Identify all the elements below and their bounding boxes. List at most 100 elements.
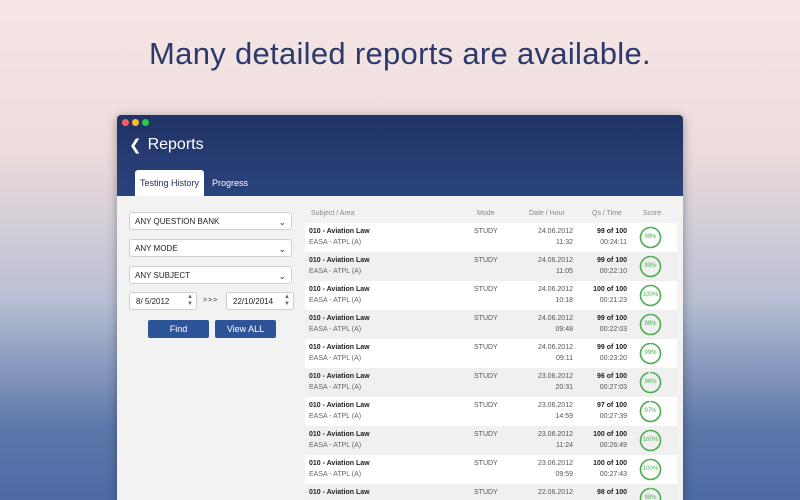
score-ring: 97% [639,400,662,423]
question-bank-select[interactable]: ANY QUESTION BANK ⌄ [129,212,292,230]
back-button[interactable]: ❮ Reports [129,136,204,154]
minimize-window-icon[interactable] [132,119,139,126]
row-time: 00:21:23 [599,297,627,304]
score-percent: 96% [644,379,657,385]
score-percent: 100% [642,466,659,472]
row-questions: 98 of 100 [597,489,627,496]
score-ring: 100% [639,458,662,481]
row-subject: 010 - Aviation Law [309,373,370,380]
row-date: 24.06.2012 [537,286,573,293]
chevron-down-icon: ⌄ [278,217,286,227]
table-row[interactable]: 010 - Aviation Law EASA - ATPL (A) STUDY… [305,223,677,252]
row-area: EASA - ATPL (A) [309,239,362,246]
score-percent: 99% [644,321,657,327]
row-mode: STUDY [474,489,498,496]
score-percent: 97% [644,408,657,414]
row-subject: 010 - Aviation Law [309,228,370,235]
chevron-down-icon: ⌄ [278,271,286,281]
app-window: ❮ Reports Testing History Progress ANY Q… [117,115,683,500]
row-questions: 100 of 100 [593,431,627,438]
table-body: 010 - Aviation Law EASA - ATPL (A) STUDY… [305,223,677,500]
subject-select[interactable]: ANY SUBJECT ⌄ [129,266,292,284]
row-time: 00:22:03 [599,326,627,333]
score-percent: 98% [644,495,657,500]
row-area: EASA - ATPL (A) [309,326,362,333]
row-questions: 99 of 100 [597,228,627,235]
score-ring: 99% [639,313,662,336]
row-area: EASA - ATPL (A) [309,413,362,420]
table-row[interactable]: 010 - Aviation Law EASA - ATPL (A) STUDY… [305,397,677,426]
row-area: EASA - ATPL (A) [309,471,362,478]
date-from-input[interactable]: 8/ 5/2012 ▲ ▼ [129,292,197,310]
row-mode: STUDY [474,228,498,235]
date-from-value: 8/ 5/2012 [136,297,170,306]
table-row[interactable]: 010 - Aviation Law EASA - ATPL (A) STUDY… [305,281,677,310]
score-ring: 99% [639,226,662,249]
row-questions: 99 of 100 [597,257,627,264]
chevron-left-icon: ❮ [129,137,142,154]
row-date: 23.06.2012 [537,373,573,380]
table-row[interactable]: 010 - Aviation Law EASA - ATPL (A) STUDY… [305,252,677,281]
row-time: 00:22:10 [599,268,627,275]
header-subject: Subject / Area [311,210,355,217]
mode-select[interactable]: ANY MODE ⌄ [129,239,292,257]
date-to-input[interactable]: 22/10/2014 ▲ ▼ [226,292,294,310]
row-date: 22.06.2012 [537,489,573,496]
header-score: Score [643,210,662,217]
subject-value: ANY SUBJECT [135,271,190,280]
row-hour: 09:59 [555,471,573,478]
row-questions: 99 of 100 [597,344,627,351]
row-hour: 11:24 [556,442,573,449]
table-header: Subject / Area Mode Date / Hour Qs / Tim… [305,196,677,223]
row-mode: STUDY [474,286,498,293]
row-questions: 97 of 100 [597,402,627,409]
date-from-stepper-icon[interactable]: ▲ ▼ [187,294,193,308]
row-hour: 20:31 [555,384,573,391]
row-subject: 010 - Aviation Law [309,344,370,351]
row-subject: 010 - Aviation Law [309,460,370,467]
tab-progress[interactable]: Progress [209,170,251,196]
table-row[interactable]: 010 - Aviation Law EASA - ATPL (A) STUDY… [305,339,677,368]
row-date: 24.06.2012 [537,257,573,264]
score-ring: 100% [639,284,662,307]
row-time: 00:24:11 [600,239,627,246]
header-qs: Qs / Time [592,210,622,217]
reports-table: Subject / Area Mode Date / Hour Qs / Tim… [305,196,677,500]
row-questions: 99 of 100 [597,315,627,322]
row-area: EASA - ATPL (A) [309,268,362,275]
table-row[interactable]: 010 - Aviation Law EASA - ATPL (A) STUDY… [305,484,677,500]
score-ring: 99% [639,255,662,278]
view-all-button[interactable]: View ALL [215,320,276,338]
row-subject: 010 - Aviation Law [309,431,370,438]
table-row[interactable]: 010 - Aviation Law EASA - ATPL (A) STUDY… [305,368,677,397]
row-mode: STUDY [474,431,498,438]
zoom-window-icon[interactable] [142,119,149,126]
page-title: Reports [147,136,204,153]
header-date: Date / Hour [529,210,565,217]
score-percent: 99% [644,234,657,240]
chevron-down-icon: ⌄ [278,244,286,254]
row-subject: 010 - Aviation Law [309,286,370,293]
row-time: 00:27:43 [599,471,627,478]
row-mode: STUDY [474,460,498,467]
table-row[interactable]: 010 - Aviation Law EASA - ATPL (A) STUDY… [305,455,677,484]
row-area: EASA - ATPL (A) [309,297,362,304]
row-date: 23.06.2012 [537,402,573,409]
row-area: EASA - ATPL (A) [309,384,362,391]
tab-testing-history[interactable]: Testing History [135,170,204,196]
row-subject: 010 - Aviation Law [309,257,370,264]
row-hour: 09:11 [556,355,573,362]
row-time: 00:23:20 [599,355,627,362]
table-row[interactable]: 010 - Aviation Law EASA - ATPL (A) STUDY… [305,426,677,455]
table-row[interactable]: 010 - Aviation Law EASA - ATPL (A) STUDY… [305,310,677,339]
row-date: 23.06.2012 [537,431,573,438]
date-to-stepper-icon[interactable]: ▲ ▼ [284,294,290,308]
find-button[interactable]: Find [148,320,209,338]
close-window-icon[interactable] [122,119,129,126]
row-mode: STUDY [474,402,498,409]
row-hour: 11:05 [556,268,573,275]
row-date: 23.06.2012 [537,460,573,467]
score-ring: 99% [639,342,662,365]
row-subject: 010 - Aviation Law [309,315,370,322]
row-hour: 10:18 [555,297,573,304]
